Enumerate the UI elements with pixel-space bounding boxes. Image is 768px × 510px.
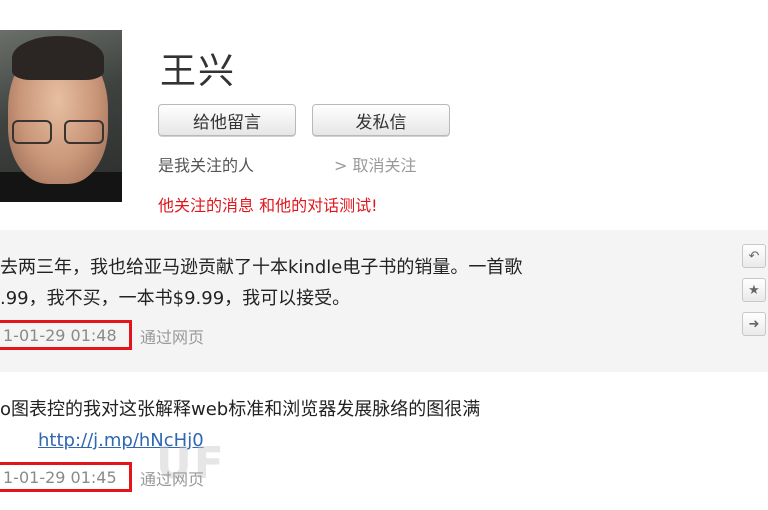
- post-line: .99，我不买，一本书$9.99，我可以接受。: [0, 288, 351, 309]
- post-actions: ↶ ★ ➜: [742, 244, 768, 346]
- avatar-hair: [12, 36, 104, 80]
- post-line: o图表控的我对这张解释web标准和浏览器发展脉络的图很满: [0, 399, 481, 420]
- post-text: o图表控的我对这张解释web标准和浏览器发展脉络的图很满: [0, 394, 480, 425]
- post-timestamp[interactable]: 1-01-29 01:48: [0, 320, 132, 350]
- avatar[interactable]: [0, 30, 122, 202]
- post-source[interactable]: 通过网页: [140, 324, 204, 348]
- star-icon[interactable]: ★: [742, 278, 766, 302]
- avatar-glasses: [8, 120, 108, 144]
- post-timestamp[interactable]: 1-01-29 01:45: [0, 462, 132, 492]
- post-line: 去两三年，我也给亚马逊贡献了十本kindle电子书的销量。一首歌: [0, 257, 523, 278]
- follow-status: 是我关注的人: [158, 156, 255, 175]
- unfollow-link[interactable]: > 取消关注: [334, 152, 417, 176]
- forward-icon[interactable]: ➜: [742, 312, 766, 336]
- leave-message-button[interactable]: 给他留言: [158, 104, 296, 136]
- direct-message-button[interactable]: 发私信: [312, 104, 450, 136]
- reply-icon[interactable]: ↶: [742, 244, 766, 268]
- post-text: 去两三年，我也给亚马逊贡献了十本kindle电子书的销量。一首歌 .99，我不买…: [0, 252, 522, 314]
- post-source[interactable]: 通过网页: [140, 466, 204, 490]
- profile-name: 王兴: [160, 51, 237, 92]
- profile-note: 他关注的消息 和他的对话测试!: [158, 196, 378, 215]
